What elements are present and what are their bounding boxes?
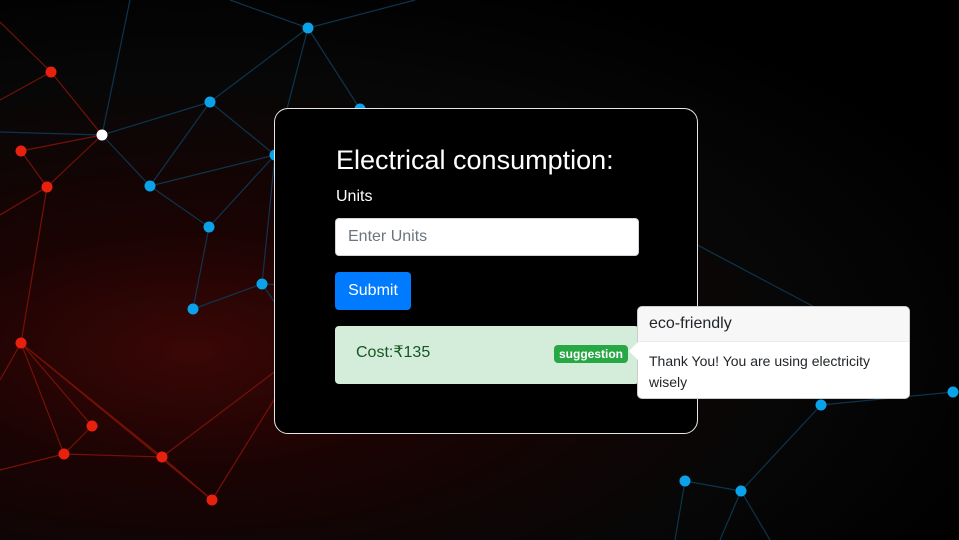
suggestion-badge[interactable]: suggestion: [554, 345, 629, 363]
popover-arrow: [629, 342, 638, 360]
popover-body: Thank You! You are using electricity wis…: [649, 353, 871, 390]
cost-result-alert: Cost:₹135 suggestion: [335, 326, 639, 384]
page-title: Electrical consumption:: [336, 145, 614, 175]
consumption-card: Electrical consumption: Units Submit Cos…: [274, 108, 698, 434]
units-input[interactable]: [335, 218, 639, 256]
cost-text: Cost:₹135: [356, 344, 431, 361]
popover-header: eco-friendly: [638, 307, 909, 342]
units-label: Units: [336, 188, 373, 205]
suggestion-popover: eco-friendly Thank You! You are using el…: [629, 306, 910, 399]
submit-button[interactable]: Submit: [335, 272, 411, 310]
